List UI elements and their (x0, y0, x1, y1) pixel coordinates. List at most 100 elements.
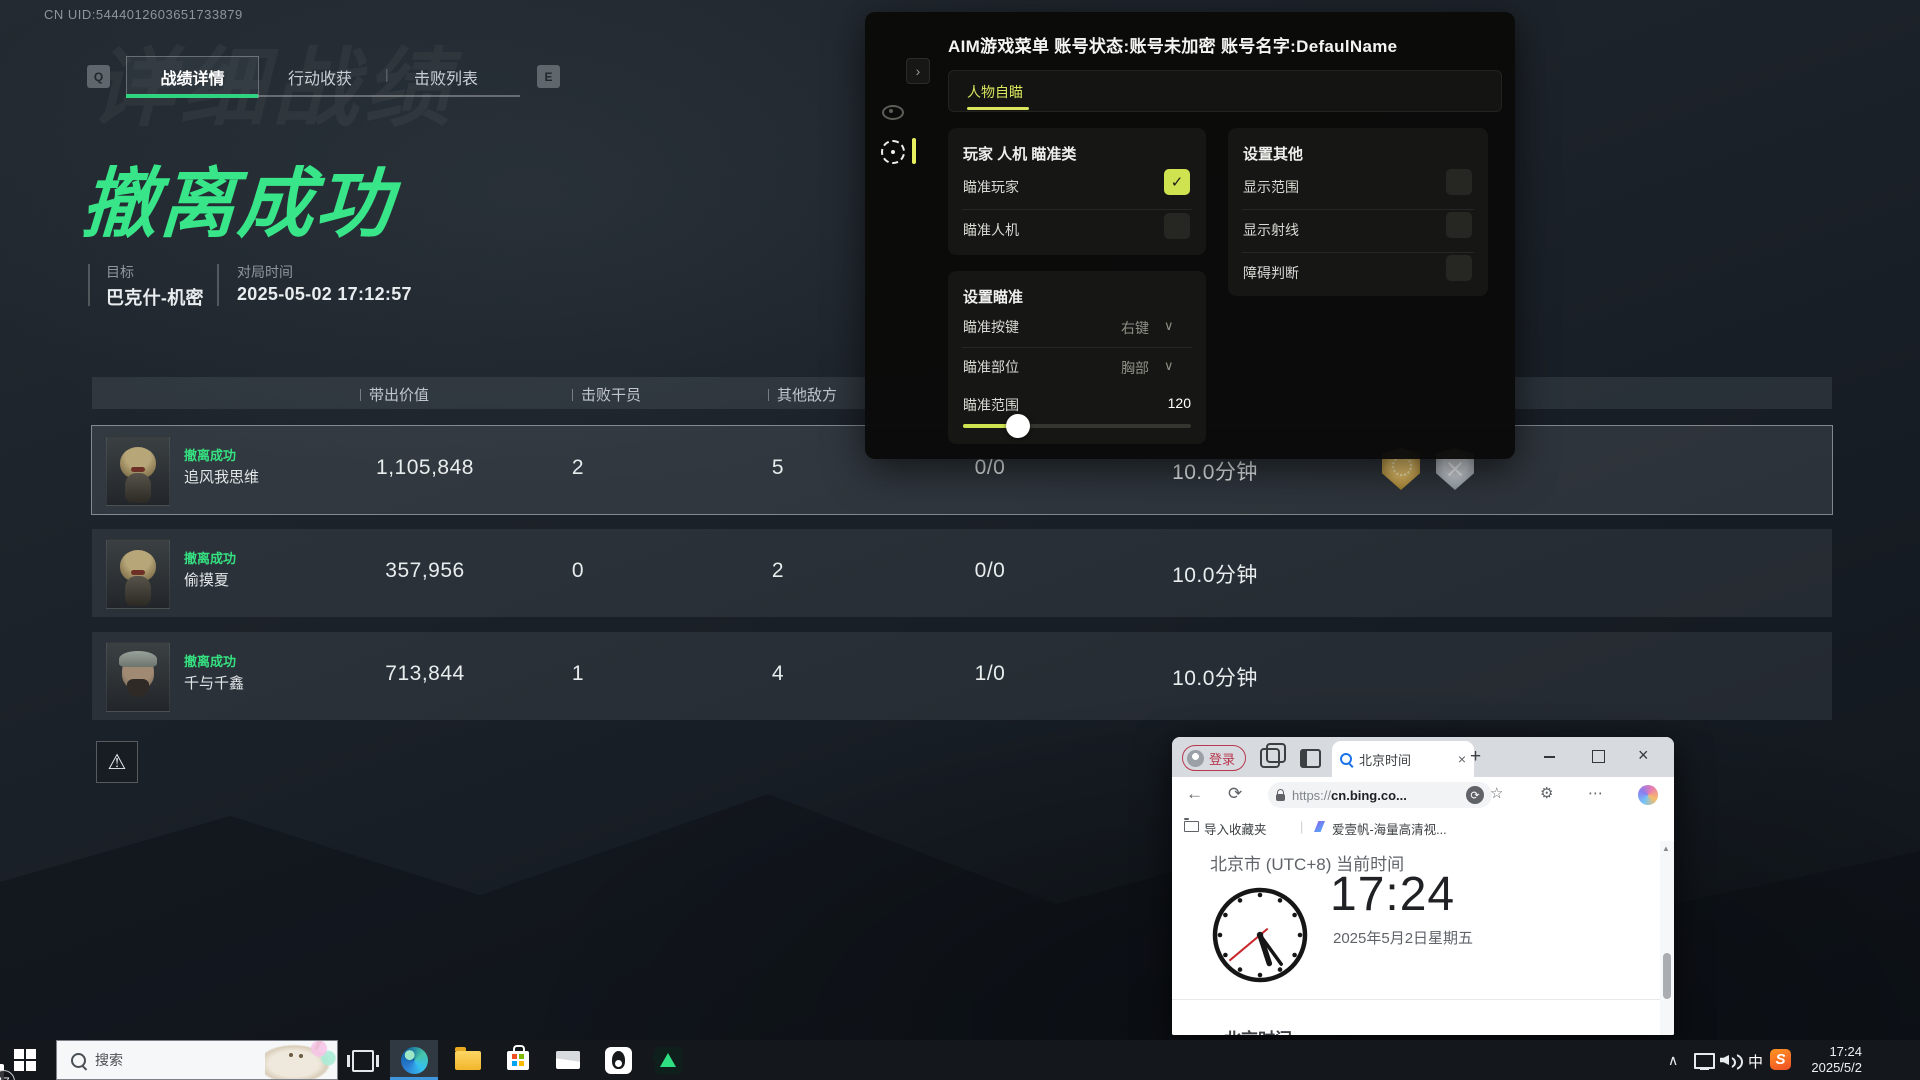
qq-icon (605, 1047, 632, 1074)
table-row[interactable]: 撤离成功 千与千鑫 713,844 1 4 1/0 10.0分钟 (92, 632, 1832, 720)
back-button[interactable]: ← (1186, 784, 1203, 804)
refresh-button[interactable]: ⟳ (1228, 784, 1242, 804)
menu-title: AIM游戏菜单 账号状态:账号未加密 账号名字:DefaulName (948, 32, 1397, 57)
close-button[interactable]: × (1638, 745, 1649, 766)
report-warning-button[interactable]: ⚠ (96, 741, 138, 783)
col-tick (768, 389, 769, 401)
task-view-icon[interactable] (352, 1050, 374, 1072)
avatar (106, 539, 170, 609)
taskbar: 搜索 ∧ 中 S 17:24 2025/5/2 17 (0, 1040, 1920, 1080)
taskbar-explorer-button[interactable] (444, 1040, 492, 1080)
keycap-q: Q (87, 65, 110, 88)
minimize-button[interactable] (1544, 756, 1555, 758)
avatar (106, 642, 170, 712)
crosshair-icon[interactable] (881, 140, 905, 164)
tray-clock[interactable]: 17:24 2025/5/2 (1811, 1044, 1862, 1076)
ms-store-icon (507, 1051, 529, 1070)
taskbar-mail-button[interactable] (544, 1040, 592, 1080)
checkbox-show-ray[interactable] (1446, 212, 1472, 238)
sogou-icon[interactable]: S (1770, 1049, 1791, 1070)
more-menu-icon[interactable]: ⋯ (1588, 784, 1603, 802)
row-status: 撤离成功 (184, 445, 236, 464)
tab-battle-details[interactable]: 战绩详情 (126, 56, 259, 98)
aim-part-label: 瞄准部位 (963, 357, 1019, 377)
start-button[interactable] (14, 1049, 38, 1071)
table-row[interactable]: 撤离成功 偷摸夏 357,956 0 2 0/0 10.0分钟 (92, 529, 1832, 617)
digital-time: 17:24 (1330, 867, 1455, 922)
address-bar[interactable]: https://cn.bing.co... ⟳ (1268, 782, 1492, 808)
card-divider (962, 347, 1192, 348)
favorites-separator: | (1300, 819, 1303, 834)
taskbar-edge-button[interactable] (390, 1040, 438, 1080)
vertical-tabs-icon[interactable] (1300, 749, 1321, 768)
checkbox-aim-players[interactable]: ✓ (1164, 169, 1190, 195)
chevron-down-icon[interactable]: ∨ (1164, 358, 1174, 374)
browser-signin-button[interactable]: 登录 (1182, 745, 1246, 771)
favorite-site-link[interactable]: 爱壹帆-海量高清视... (1332, 819, 1447, 838)
taskbar-qq-button[interactable] (594, 1040, 642, 1080)
taskbar-search-box[interactable]: 搜索 (56, 1040, 338, 1080)
cell-other: 4 (772, 662, 784, 686)
copilot-icon[interactable] (1638, 785, 1658, 805)
scrollbar[interactable]: ▲ (1660, 841, 1674, 1035)
toggle-aim-players-label: 瞄准玩家 (963, 177, 1019, 197)
range-slider-thumb[interactable] (1006, 414, 1030, 438)
menu-active-indicator (912, 138, 916, 164)
tab-baseline (258, 95, 520, 97)
volume-icon[interactable] (1720, 1052, 1739, 1068)
cell-value: 1,105,848 (376, 456, 474, 480)
aim-range-label: 瞄准范围 (963, 395, 1019, 415)
import-folder-icon (1184, 821, 1199, 832)
action-center-icon[interactable]: 17 (0, 1064, 4, 1080)
browser-tab[interactable]: 北京时间 × (1332, 741, 1474, 777)
player-name: 千与千鑫 (184, 672, 244, 693)
chevron-down-icon[interactable]: ∨ (1164, 318, 1174, 334)
browser-toolbar: ← ⟳ https://cn.bing.co... ⟳ ☆ ⚙ ⋯ (1172, 777, 1674, 814)
menu-collapse-button[interactable]: › (906, 58, 930, 84)
browser-essentials-icon[interactable]: ⚙ (1540, 784, 1553, 802)
scrollbar-thumb[interactable] (1663, 953, 1671, 999)
import-favorites-link[interactable]: 导入收藏夹 (1204, 819, 1267, 838)
browser-window: 登录 北京时间 × + × ← ⟳ https://cn.bing.co... … (1172, 737, 1674, 1035)
clipped-section-heading: 北京时间 (1224, 1025, 1444, 1035)
aim-part-value[interactable]: 胸部 (1121, 358, 1149, 378)
workspaces-icon[interactable] (1260, 748, 1280, 768)
scroll-up-icon[interactable]: ▲ (1662, 844, 1670, 853)
tab-kill-list[interactable]: 击败列表 (414, 65, 478, 89)
checkbox-obstacle[interactable] (1446, 255, 1472, 281)
checkbox-aim-bots[interactable] (1164, 213, 1190, 239)
new-tab-button[interactable]: + (1470, 746, 1481, 768)
ime-indicator[interactable]: 中 (1748, 1051, 1763, 1072)
card-title: 玩家 人机 瞄准类 (963, 143, 1076, 164)
tray-hidden-icons-chevron[interactable]: ∧ (1668, 1052, 1678, 1069)
menu-tab-aimbot[interactable]: 人物自瞄 (967, 82, 1023, 102)
col-header-value: 带出价值 (360, 384, 429, 405)
cell-kills: 2 (572, 456, 584, 480)
player-name: 偷摸夏 (184, 569, 229, 590)
taskbar-store-button[interactable] (494, 1040, 542, 1080)
medal-ring (1392, 456, 1412, 476)
info-divider (217, 264, 219, 306)
checkbox-show-range[interactable] (1446, 169, 1472, 195)
aim-key-value[interactable]: 右键 (1121, 318, 1149, 338)
maximize-button[interactable] (1592, 750, 1605, 763)
active-tab-underline (126, 94, 258, 98)
network-icon[interactable] (1694, 1050, 1713, 1068)
favorite-star-icon[interactable]: ☆ (1490, 784, 1503, 802)
cell-duration: 10.0分钟 (1172, 662, 1258, 692)
favorite-site-icon (1314, 821, 1325, 832)
sync-icon[interactable]: ⟳ (1466, 786, 1484, 804)
profile-avatar (1187, 750, 1204, 767)
toggle-show-ray-label: 显示射线 (1243, 220, 1299, 240)
card-title: 设置瞄准 (963, 286, 1023, 307)
eye-icon[interactable] (882, 105, 904, 120)
toggle-aim-bots-label: 瞄准人机 (963, 220, 1019, 240)
cell-duration: 10.0分钟 (1172, 559, 1258, 589)
taskbar-game-button[interactable] (644, 1040, 692, 1080)
tab-action-gains[interactable]: 行动收获 (288, 65, 352, 89)
tab-close-icon[interactable]: × (1458, 751, 1466, 767)
menu-tabbar: 人物自瞄 (948, 70, 1502, 112)
col-header-kills: 击败干员 (572, 384, 641, 405)
delta-force-icon (655, 1047, 682, 1074)
tray-time: 17:24 (1811, 1044, 1862, 1060)
